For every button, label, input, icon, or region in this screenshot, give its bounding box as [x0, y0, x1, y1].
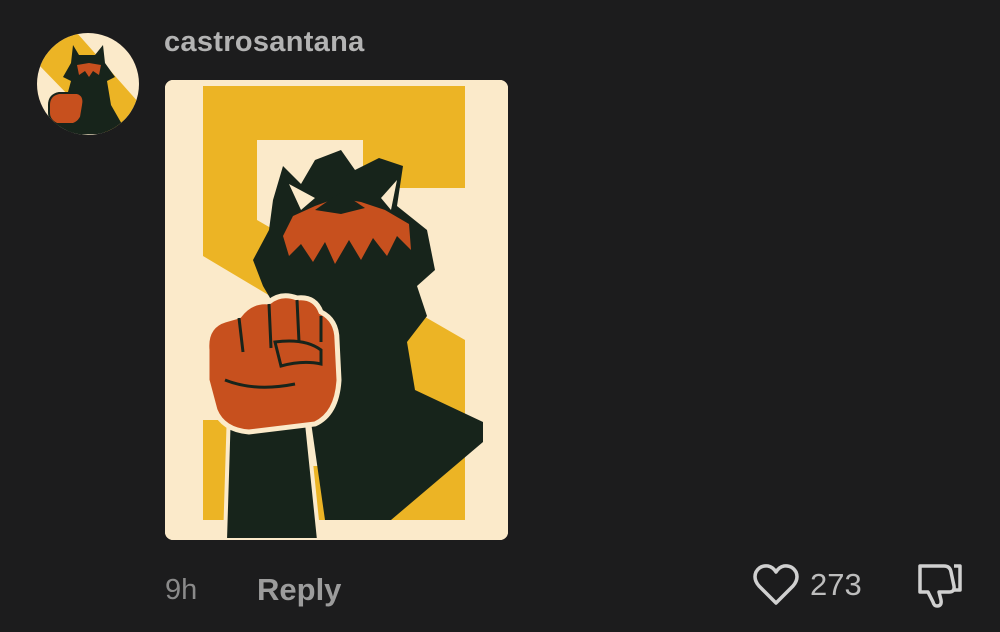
heart-outline-icon	[753, 564, 799, 605]
avatar[interactable]	[37, 33, 139, 135]
raised-fist-cat-artwork	[165, 80, 508, 540]
reply-button[interactable]: Reply	[257, 570, 341, 610]
like-count: 273	[810, 567, 862, 602]
username[interactable]: castrosantana	[164, 20, 365, 64]
dislike-button[interactable]	[912, 560, 964, 610]
comment-actions: 9h Reply 273	[0, 560, 1000, 620]
thumbs-down-outline-icon	[918, 564, 962, 608]
like-button[interactable]: 273	[752, 562, 862, 608]
comment-item: castrosantana 9h Reply 273	[0, 0, 1000, 632]
avatar-image	[37, 33, 139, 135]
timestamp: 9h	[165, 574, 198, 606]
comment-image[interactable]	[165, 80, 508, 540]
